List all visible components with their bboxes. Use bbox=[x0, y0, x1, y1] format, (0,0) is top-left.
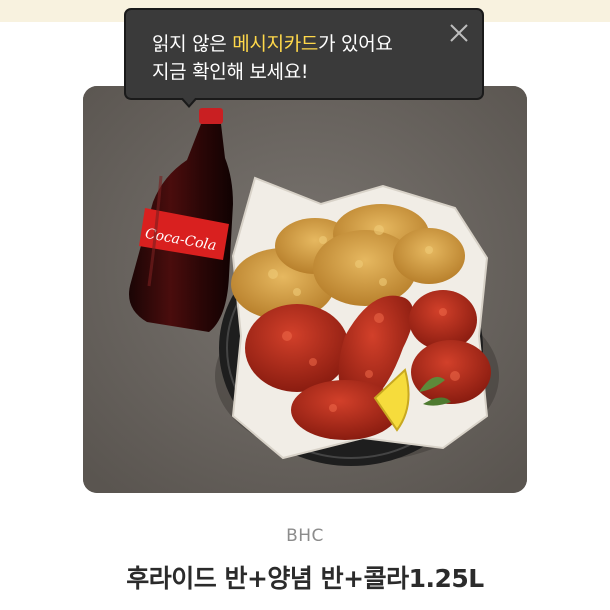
product-brand: BHC bbox=[286, 526, 324, 546]
tooltip-line-1: 읽지 않은 메시지카드가 있어요 bbox=[152, 30, 442, 58]
product-photo: Coca-Cola bbox=[83, 86, 527, 493]
product-image[interactable]: Coca-Cola bbox=[83, 86, 527, 493]
tooltip-text-suffix: 가 있어요 bbox=[318, 33, 393, 55]
tooltip-line-2: 지금 확인해 보세요! bbox=[152, 61, 309, 83]
close-icon bbox=[450, 24, 468, 42]
tooltip-highlight-text: 메시지카드 bbox=[232, 33, 319, 55]
product-title: 후라이드 반+양념 반+콜라1.25L bbox=[126, 564, 484, 593]
tooltip-arrow-fill bbox=[182, 97, 196, 105]
tooltip-message: 읽지 않은 메시지카드가 있어요 지금 확인해 보세요! bbox=[152, 30, 442, 86]
close-button[interactable] bbox=[448, 22, 470, 44]
gift-card-screen: 읽지 않은 메시지카드가 있어요 지금 확인해 보세요! Coca-Cola B… bbox=[0, 0, 610, 610]
tooltip-text-prefix: 읽지 않은 bbox=[152, 33, 233, 55]
unread-message-tooltip[interactable]: 읽지 않은 메시지카드가 있어요 지금 확인해 보세요! bbox=[124, 8, 484, 100]
